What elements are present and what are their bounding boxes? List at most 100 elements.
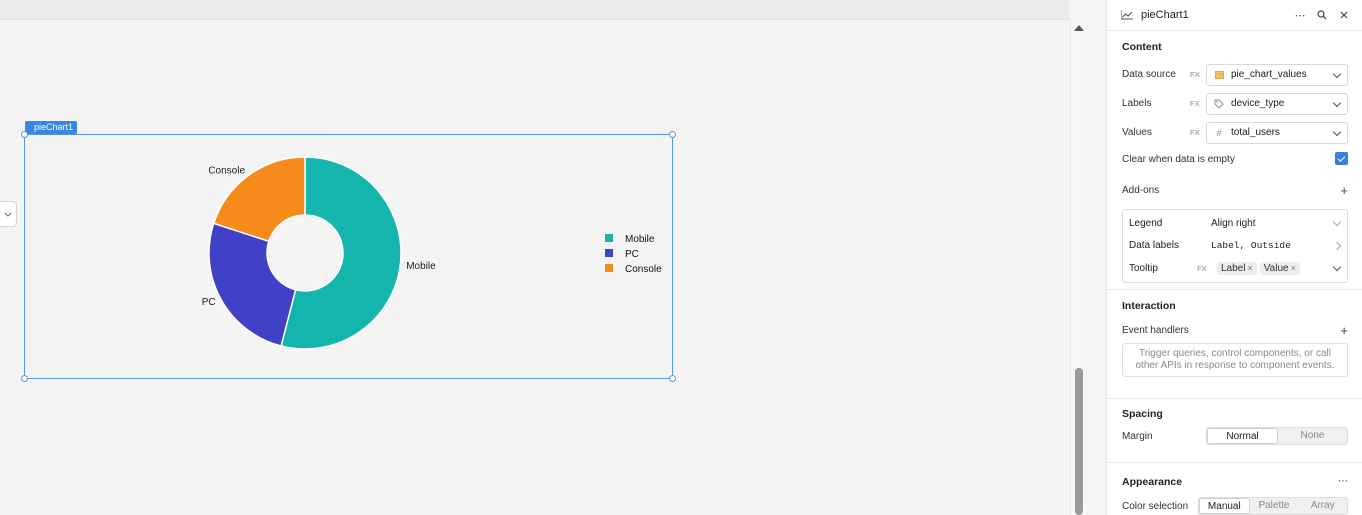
tooltip-pill-value[interactable]: Value × xyxy=(1259,261,1300,275)
margin-label: Margin xyxy=(1122,430,1153,442)
tooltip-pills: Label × Value × xyxy=(1217,261,1333,275)
widget-name-tag[interactable]: pieChart1 xyxy=(25,121,78,134)
legend-item-pc[interactable]: PC xyxy=(625,249,639,260)
more-icon[interactable]: ⋯ xyxy=(1338,475,1348,488)
inspector-title: pieChart1 xyxy=(1141,9,1189,21)
addon-legend-label: Legend xyxy=(1129,217,1163,229)
chart-legend: Mobile PC Console xyxy=(605,234,662,275)
pie-slices xyxy=(208,156,402,350)
scroll-up-arrow-icon[interactable] xyxy=(1074,25,1084,31)
interaction-section-title: Interaction xyxy=(1122,300,1176,312)
data-source-value: pie_chart_values xyxy=(1231,69,1307,80)
addons-header-row: Add-ons + xyxy=(1122,171,1348,209)
fx-toggle[interactable]: FX xyxy=(1197,264,1217,273)
labels-label: Labels xyxy=(1122,98,1152,109)
chevron-down-icon xyxy=(1333,100,1341,108)
data-source-row: Data source FX pie_chart_values xyxy=(1122,60,1348,89)
hash-icon: # xyxy=(1216,127,1222,138)
color-selection-row: Color selection Manual Palette Array xyxy=(1122,495,1348,515)
clear-when-empty-row: Clear when data is empty xyxy=(1122,147,1348,171)
data-label-pc: PC xyxy=(202,297,216,308)
resize-handle-bottom-left[interactable] xyxy=(21,375,28,382)
event-handlers-hint-line2: other APIs in response to component even… xyxy=(1135,360,1335,371)
color-option-palette[interactable]: Palette xyxy=(1250,498,1299,514)
chevron-down-icon xyxy=(1333,71,1341,79)
legend-swatch-mobile xyxy=(605,234,613,242)
appearance-section-title: Appearance xyxy=(1122,475,1183,488)
legend-swatch-console xyxy=(605,264,613,272)
resize-handle-top-right[interactable] xyxy=(669,131,676,138)
chevron-down-icon xyxy=(5,211,11,217)
canvas-top-strip xyxy=(0,0,1070,20)
canvas[interactable]: pieChart1 Mobile PC Console Mobile PC Consol… xyxy=(0,0,1070,515)
fx-toggle[interactable]: FX xyxy=(1190,99,1206,108)
addons-title: Add-ons xyxy=(1122,184,1160,196)
chevron-down-icon xyxy=(1333,129,1341,137)
event-handlers-hint-line1: Trigger queries, control components, or … xyxy=(1139,348,1331,359)
pie-chart-widget[interactable]: Mobile PC Console Mobile PC Console xyxy=(21,131,676,382)
remove-icon[interactable]: × xyxy=(1291,263,1296,273)
event-handlers-row: Event handlers + xyxy=(1122,318,1348,343)
chevron-down-icon xyxy=(1333,219,1341,227)
chevron-down-icon[interactable] xyxy=(1333,264,1341,272)
expand-left-panel-button[interactable] xyxy=(0,201,17,227)
tag-icon xyxy=(1213,99,1225,109)
add-addon-button[interactable]: + xyxy=(1340,184,1348,197)
content-section: Content Data source FX pie_chart_values … xyxy=(1107,31,1362,290)
data-source-label: Data source xyxy=(1122,69,1176,80)
data-label-mobile: Mobile xyxy=(406,261,436,272)
color-selection-segmented-control: Manual Palette Array xyxy=(1198,497,1348,515)
appearance-header-row: Appearance ⋯ xyxy=(1122,473,1348,490)
content-section-title: Content xyxy=(1122,41,1162,53)
margin-row: Margin Normal None xyxy=(1122,425,1348,447)
canvas-scrollbar[interactable] xyxy=(1070,20,1086,515)
color-option-array[interactable]: Array xyxy=(1298,498,1347,514)
values-select[interactable]: # total_users xyxy=(1206,121,1348,144)
pie-slice-pc[interactable] xyxy=(208,222,297,347)
fx-toggle[interactable]: FX xyxy=(1190,128,1206,137)
addon-legend-row[interactable]: Legend Align right xyxy=(1123,212,1347,235)
interaction-section: Interaction Event handlers + Trigger que… xyxy=(1107,290,1362,399)
values-row: Values FX # total_users xyxy=(1122,118,1348,147)
labels-select[interactable]: device_type xyxy=(1206,92,1348,115)
table-icon xyxy=(1213,70,1225,79)
legend-swatch-pc xyxy=(605,249,613,257)
data-label-console: Console xyxy=(208,165,245,176)
pie-chart: Mobile PC Console Mobile PC Console xyxy=(202,156,662,350)
labels-value: device_type xyxy=(1231,98,1285,109)
spacing-section-title: Spacing xyxy=(1122,408,1163,420)
addon-data-labels-row[interactable]: Data labels Label, Outside xyxy=(1123,235,1347,258)
addon-tooltip-label: Tooltip xyxy=(1129,262,1158,274)
line-chart-icon xyxy=(1121,10,1133,20)
legend-item-console[interactable]: Console xyxy=(625,264,662,275)
legend-item-mobile[interactable]: Mobile xyxy=(625,234,655,245)
addon-legend-value: Align right xyxy=(1211,217,1256,229)
addon-data-labels-value: Label, Outside xyxy=(1211,240,1291,252)
add-event-handler-button[interactable]: + xyxy=(1340,324,1348,337)
resize-handle-bottom-right[interactable] xyxy=(669,375,676,382)
appearance-section: Appearance ⋯ Color selection Manual Pale… xyxy=(1107,463,1362,515)
fx-toggle[interactable]: FX xyxy=(1190,70,1206,79)
event-handlers-empty-state[interactable]: Trigger queries, control components, or … xyxy=(1122,343,1348,377)
addon-tooltip-row[interactable]: Tooltip FX Label × Value × xyxy=(1123,257,1347,280)
spacing-section: Spacing Margin Normal None xyxy=(1107,399,1362,463)
more-icon[interactable]: ⋯ xyxy=(1292,7,1308,23)
addon-data-labels-label: Data labels xyxy=(1129,240,1180,252)
resize-handle-top-left[interactable] xyxy=(21,131,28,138)
labels-row: Labels FX device_type xyxy=(1122,89,1348,118)
scrollbar-thumb[interactable] xyxy=(1075,368,1083,515)
clear-when-empty-checkbox[interactable] xyxy=(1335,152,1348,165)
data-source-select[interactable]: pie_chart_values xyxy=(1206,63,1348,86)
clear-when-empty-label: Clear when data is empty xyxy=(1122,153,1235,165)
color-option-manual[interactable]: Manual xyxy=(1199,498,1250,514)
chevron-right-icon xyxy=(1333,242,1341,250)
addons-list: Legend Align right Data labels Label, Ou… xyxy=(1122,209,1348,283)
tooltip-pill-label[interactable]: Label × xyxy=(1217,261,1257,275)
event-handlers-label: Event handlers xyxy=(1122,325,1189,336)
margin-option-none[interactable]: None xyxy=(1278,428,1347,444)
margin-option-normal[interactable]: Normal xyxy=(1207,428,1278,444)
close-icon[interactable] xyxy=(1336,7,1352,23)
values-value: total_users xyxy=(1231,127,1280,138)
remove-icon[interactable]: × xyxy=(1247,263,1252,273)
search-icon[interactable] xyxy=(1314,7,1330,23)
